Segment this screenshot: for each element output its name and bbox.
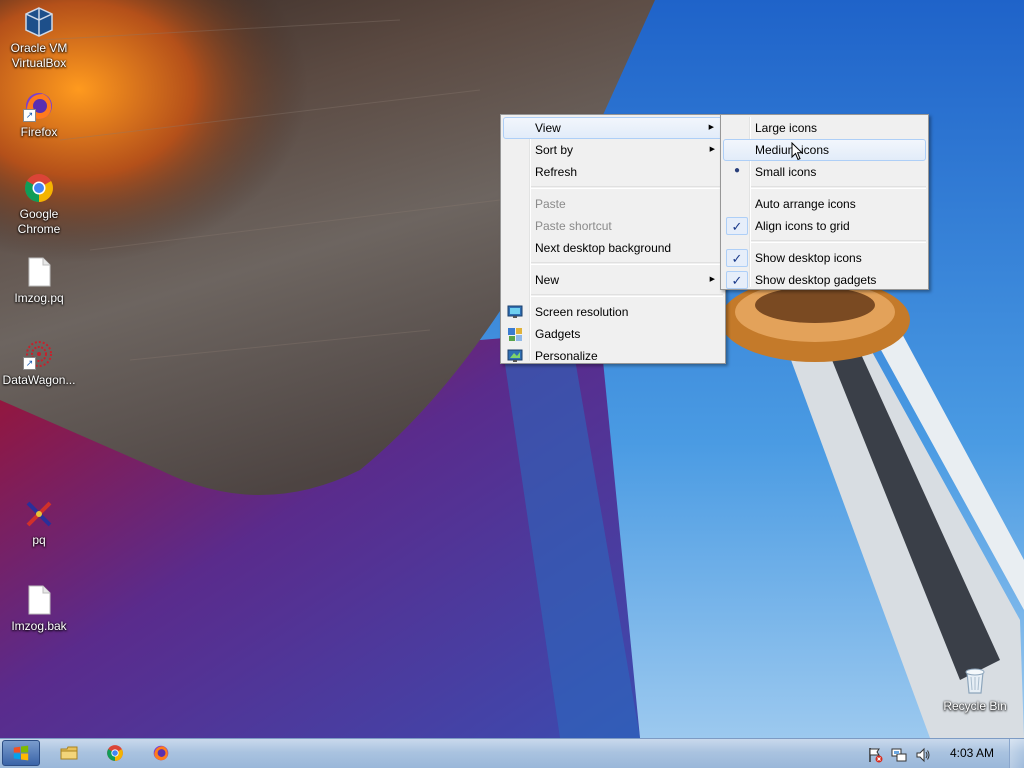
menu-item-label: New: [535, 273, 560, 287]
recycle-bin-icon: [959, 664, 991, 696]
menu-item-align-icons-to-grid[interactable]: ✓ Align icons to grid: [723, 215, 926, 237]
menu-item-show-desktop-icons[interactable]: ✓ Show desktop icons: [723, 247, 926, 269]
menu-item-show-desktop-gadgets[interactable]: ✓ Show desktop gadgets: [723, 269, 926, 291]
file-icon: [23, 256, 55, 288]
personalize-icon: [507, 349, 523, 362]
menu-separator: [531, 262, 723, 265]
desktop-icon-firefox[interactable]: ↗ Firefox: [0, 90, 78, 140]
menu-item-label: Paste: [535, 197, 566, 211]
menu-item-new[interactable]: New ▶: [503, 269, 723, 291]
desktop-icon-virtualbox[interactable]: Oracle VM VirtualBox: [0, 6, 78, 71]
desktop-icon-label: pq: [32, 533, 46, 547]
mouse-cursor-icon: [791, 142, 803, 161]
submenu-arrow-icon: ▶: [709, 146, 715, 153]
action-center-flag-icon[interactable]: [867, 747, 883, 763]
checkmark-icon: ✓: [726, 271, 748, 289]
menu-item-label: Sort by: [535, 143, 574, 157]
display-icon: [507, 305, 523, 318]
menu-item-refresh[interactable]: Refresh: [503, 161, 723, 183]
taskbar: 4:03 AM: [0, 738, 1024, 768]
desktop-icon-imzog-pq[interactable]: Imzog.pq: [0, 256, 78, 306]
menu-item-gadgets[interactable]: Gadgets: [503, 323, 723, 345]
desktop-icon-imzog-bak[interactable]: Imzog.bak: [0, 584, 78, 634]
desktop-context-menu: View ▶ Sort by ▶ Refresh Paste Paste sho…: [500, 114, 726, 364]
menu-item-auto-arrange-icons[interactable]: Auto arrange icons: [723, 193, 926, 215]
taskbar-firefox-button[interactable]: [149, 742, 173, 764]
desktop-icon-label: Google Chrome: [17, 207, 61, 236]
chrome-icon: [107, 745, 123, 761]
view-submenu: Large icons Medium icons ● Small icons A…: [720, 114, 929, 290]
menu-separator: [531, 294, 723, 297]
menu-item-label: Large icons: [755, 121, 818, 135]
menu-item-large-icons[interactable]: Large icons: [723, 117, 926, 139]
menu-item-label: Personalize: [535, 349, 598, 363]
menu-item-view[interactable]: View ▶: [503, 117, 723, 139]
desktop-icon-label: Firefox: [20, 125, 58, 139]
network-icon[interactable]: [891, 747, 907, 763]
menu-item-personalize[interactable]: Personalize: [503, 345, 723, 367]
desktop-icon-label: DataWagon...: [2, 373, 76, 387]
desktop-icon-label: Recycle Bin: [943, 699, 1007, 713]
menu-item-paste-shortcut: Paste shortcut: [503, 215, 723, 237]
taskbar-chrome-button[interactable]: [103, 742, 127, 764]
firefox-icon: ↗: [23, 90, 55, 122]
desktop-icon-recycle-bin[interactable]: Recycle Bin: [936, 664, 1014, 714]
datawagon-icon: ↗: [23, 338, 55, 370]
checkmark-icon: ✓: [726, 249, 748, 267]
gadgets-icon: [508, 328, 522, 341]
shortcut-arrow-icon: ↗: [23, 357, 36, 370]
firefox-icon: [153, 745, 169, 761]
pq-icon: [23, 498, 55, 530]
menu-item-medium-icons[interactable]: Medium icons: [723, 139, 926, 161]
menu-separator: [751, 186, 926, 189]
volume-icon[interactable]: [915, 747, 931, 763]
menu-item-sort-by[interactable]: Sort by ▶: [503, 139, 723, 161]
menu-item-label: Align icons to grid: [755, 219, 850, 233]
checkmark-icon: ✓: [726, 217, 748, 235]
menu-separator: [531, 186, 723, 189]
start-button[interactable]: [2, 740, 40, 766]
desktop[interactable]: Oracle VM VirtualBox ↗ Firefox Google Ch…: [0, 0, 1024, 768]
chrome-icon: [23, 172, 55, 204]
virtualbox-icon: [23, 6, 55, 38]
file-icon: [23, 584, 55, 616]
desktop-icon-chrome[interactable]: Google Chrome: [0, 172, 78, 237]
taskbar-explorer-button[interactable]: [57, 742, 81, 764]
menu-item-label: View: [535, 121, 561, 135]
desktop-icon-datawagon[interactable]: ↗ DataWagon...: [0, 338, 78, 388]
menu-item-label: Auto arrange icons: [755, 197, 856, 211]
radio-dot-icon: ●: [733, 165, 741, 176]
desktop-icon-label: Imzog.pq: [14, 291, 64, 305]
desktop-icon-label: Imzog.bak: [11, 619, 67, 633]
menu-item-screen-resolution[interactable]: Screen resolution: [503, 301, 723, 323]
menu-item-label: Show desktop icons: [755, 251, 862, 265]
desktop-icon-pq[interactable]: pq: [0, 498, 78, 548]
menu-item-label: Refresh: [535, 165, 578, 179]
menu-item-paste: Paste: [503, 193, 723, 215]
shortcut-arrow-icon: ↗: [23, 109, 36, 122]
taskbar-clock[interactable]: 4:03 AM: [944, 739, 1000, 768]
menu-item-small-icons[interactable]: ● Small icons: [723, 161, 926, 183]
menu-item-next-desktop-background[interactable]: Next desktop background: [503, 237, 723, 259]
windows-logo-icon: [13, 745, 29, 761]
menu-item-label: Small icons: [755, 165, 817, 179]
submenu-arrow-icon: ▶: [709, 276, 715, 283]
menu-item-label: Show desktop gadgets: [755, 273, 877, 287]
show-desktop-button[interactable]: [1009, 739, 1024, 768]
desktop-icon-label: Oracle VM VirtualBox: [10, 41, 68, 70]
submenu-arrow-icon: ▶: [708, 124, 714, 131]
wallpaper: [0, 0, 1024, 738]
menu-item-label: Screen resolution: [535, 305, 629, 319]
menu-separator: [751, 240, 926, 243]
explorer-icon: [60, 746, 78, 760]
menu-item-label: Next desktop background: [535, 241, 672, 255]
menu-item-label: Paste shortcut: [535, 219, 612, 233]
menu-item-label: Gadgets: [535, 327, 581, 341]
